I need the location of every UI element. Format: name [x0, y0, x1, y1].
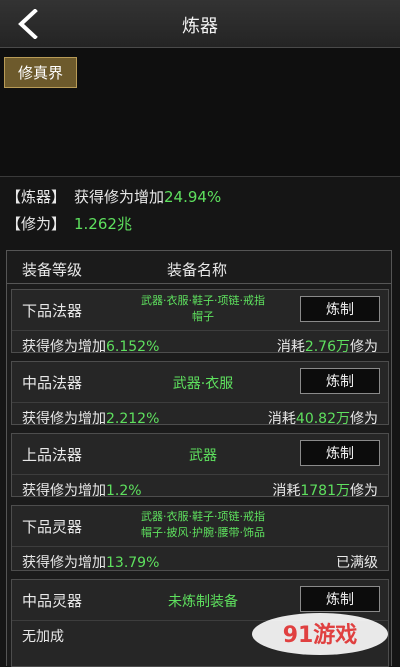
cost-text: 消耗2.76万修为 — [277, 336, 378, 356]
list-header: 装备等级 装备名称 — [7, 251, 391, 284]
equipment-card: 上品法器 武器 炼制 获得修为增加1.2% 消耗1781万修为 — [11, 433, 389, 500]
max-level-status: 已满级 — [336, 555, 378, 571]
gain-text: 获得修为增加6.152% — [22, 339, 159, 355]
names-line: 武器·衣服·鞋子·项链·戒指 — [141, 510, 265, 523]
refine-stat-row: 【炼器】 获得修为增加24.94% — [0, 181, 400, 209]
craft-button[interactable]: 炼制 — [300, 440, 380, 466]
equipment-card: 下品法器 武器·衣服·鞋子·项链·戒指 帽子 炼制 获得修为增加6.152% 消… — [11, 289, 389, 356]
cost-prefix: 消耗 — [272, 483, 301, 499]
cost-value: 1781万 — [300, 483, 350, 499]
watermark-svg: 91游戏 — [252, 613, 388, 655]
watermark-text: 91游戏 — [283, 622, 358, 648]
cost-value: 40.82万 — [295, 411, 350, 427]
cost-prefix: 消耗 — [276, 339, 305, 355]
gain-prefix: 获得修为增加 — [22, 555, 106, 571]
page-title: 炼器 — [182, 16, 218, 37]
grade-label: 下品灵器 — [22, 518, 83, 536]
grade-label: 下品法器 — [22, 302, 83, 320]
gain-prefix: 获得修为增加 — [22, 411, 106, 427]
gain-text: 获得修为增加1.2% — [22, 483, 142, 499]
cost-suffix: 修为 — [350, 411, 378, 427]
card-top: 下品法器 武器·衣服·鞋子·项链·戒指 帽子 炼制 — [12, 290, 388, 331]
refine-prefix: 获得修为增加 — [74, 188, 165, 206]
card-top: 中品法器 武器·衣服 炼制 — [12, 362, 388, 403]
grade-label: 中品灵器 — [22, 592, 83, 610]
equipment-names: 武器·衣服·鞋子·项链·戒指 帽子 — [124, 293, 282, 325]
cost-text: 消耗1781万修为 — [272, 480, 378, 500]
cost-value: 2.76万 — [304, 339, 350, 355]
grade-label: 中品法器 — [22, 374, 83, 392]
cost-prefix: 消耗 — [267, 411, 296, 427]
refine-value: 24.94% — [164, 188, 222, 206]
equipment-names: 未炼制装备 — [168, 594, 238, 610]
craft-button[interactable]: 炼制 — [300, 296, 380, 322]
gain-prefix: 获得修为增加 — [22, 339, 106, 355]
gain-value: 2.212% — [106, 411, 160, 427]
cultivation-stat-row: 【修为】 1.262兆 — [0, 208, 400, 236]
equipment-names: 武器·衣服·鞋子·项链·戒指 帽子·披风·护腕·腰带·饰品 — [124, 509, 282, 541]
names-line: 帽子 — [192, 310, 214, 323]
cost-suffix: 修为 — [350, 339, 378, 355]
cultivation-tag: 【修为】 — [6, 215, 67, 233]
grade-label: 上品法器 — [22, 446, 83, 464]
names-line: 帽子·披风·护腕·腰带·饰品 — [141, 526, 265, 539]
equipment-names: 武器·衣服 — [172, 376, 234, 392]
refine-tag: 【炼器】 — [6, 188, 67, 206]
equipment-card: 下品灵器 武器·衣服·鞋子·项链·戒指 帽子·披风·护腕·腰带·饰品 获得修为增… — [11, 505, 389, 571]
card-top: 上品法器 武器 炼制 — [12, 434, 388, 475]
column-name: 装备名称 — [167, 261, 228, 279]
top-bar: 炼器 — [0, 0, 400, 48]
craft-button[interactable]: 炼制 — [300, 586, 380, 612]
refine-summary: 获得修为增加24.94% — [74, 186, 221, 207]
craft-button[interactable]: 炼制 — [300, 368, 380, 394]
gain-text: 获得修为增加13.79% — [22, 555, 159, 571]
gain-value: 13.79% — [106, 555, 160, 571]
card-bottom: 获得修为增加2.212% 消耗40.82万修为 — [22, 408, 378, 428]
cost-suffix: 修为 — [350, 483, 378, 499]
realm-panel: 修真界 — [0, 48, 400, 177]
gain-value: 1.2% — [106, 483, 142, 499]
card-bottom: 获得修为增加1.2% 消耗1781万修为 — [22, 480, 378, 500]
column-grade: 装备等级 — [22, 261, 83, 279]
equipment-list: 装备等级 装备名称 下品法器 武器·衣服·鞋子·项链·戒指 帽子 炼制 获得修为… — [6, 250, 392, 667]
card-top: 下品灵器 武器·衣服·鞋子·项链·戒指 帽子·披风·护腕·腰带·饰品 — [12, 506, 388, 547]
card-bottom: 获得修为增加6.152% 消耗2.76万修为 — [22, 336, 378, 356]
tab-realm[interactable]: 修真界 — [4, 57, 77, 88]
names-line: 武器·衣服·鞋子·项链·戒指 — [141, 294, 265, 307]
equipment-card: 中品法器 武器·衣服 炼制 获得修为增加2.212% 消耗40.82万修为 — [11, 361, 389, 428]
cultivation-value: 1.262兆 — [74, 215, 132, 233]
watermark-logo: 91游戏 — [250, 611, 390, 657]
gain-value: 6.152% — [106, 339, 160, 355]
gain-text: 获得修为增加2.212% — [22, 411, 159, 427]
equipment-names: 武器 — [189, 448, 217, 464]
card-bottom: 获得修为增加13.79% 已满级 — [22, 552, 378, 572]
no-bonus-text: 无加成 — [22, 629, 64, 645]
gain-prefix: 获得修为增加 — [22, 483, 106, 499]
cost-text: 消耗40.82万修为 — [268, 408, 378, 428]
